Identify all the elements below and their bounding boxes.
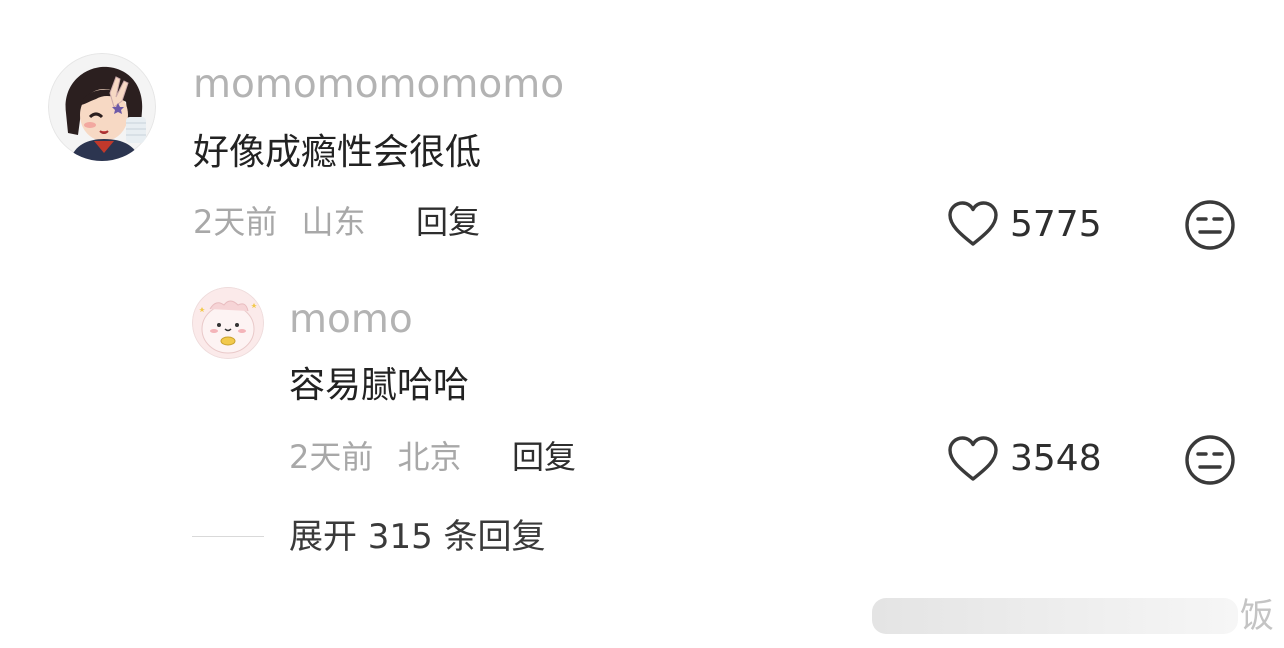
watermark [872,598,1238,634]
reply-button[interactable]: 回复 [512,435,576,479]
reply-button[interactable]: 回复 [416,200,480,244]
comment-time: 2天前 [193,203,278,241]
like-count: 5775 [1010,204,1102,245]
avatar[interactable] [192,287,264,359]
avatar-pink-creature-icon [192,287,264,359]
comment-location: 山东 [301,203,366,241]
heart-outline-icon[interactable] [947,435,999,483]
meh-face-icon[interactable] [1184,199,1236,251]
expand-replies-button[interactable]: 展开 315 条回复 [289,515,546,559]
username[interactable]: momo [289,297,413,343]
comment-meta: 2天前 北京 [289,435,462,479]
avatar[interactable] [48,53,156,161]
username[interactable]: momomomomomo [193,62,564,108]
meh-face-icon[interactable] [1184,434,1236,486]
comment-meta: 2天前 山东 [193,200,366,244]
watermark-text: 饭 [1240,596,1274,636]
divider [192,536,264,537]
like-count: 3548 [1010,438,1102,479]
comment-location: 北京 [397,438,462,476]
avatar-girl-icon [48,53,156,161]
comment-text: 好像成瘾性会很低 [193,132,482,173]
comment-text: 容易腻哈哈 [289,365,470,406]
heart-outline-icon[interactable] [947,200,999,248]
comment-time: 2天前 [289,438,374,476]
comment-thread: momomomomomo 好像成瘾性会很低 2天前 山东 回复 5775 mom… [0,0,1284,648]
